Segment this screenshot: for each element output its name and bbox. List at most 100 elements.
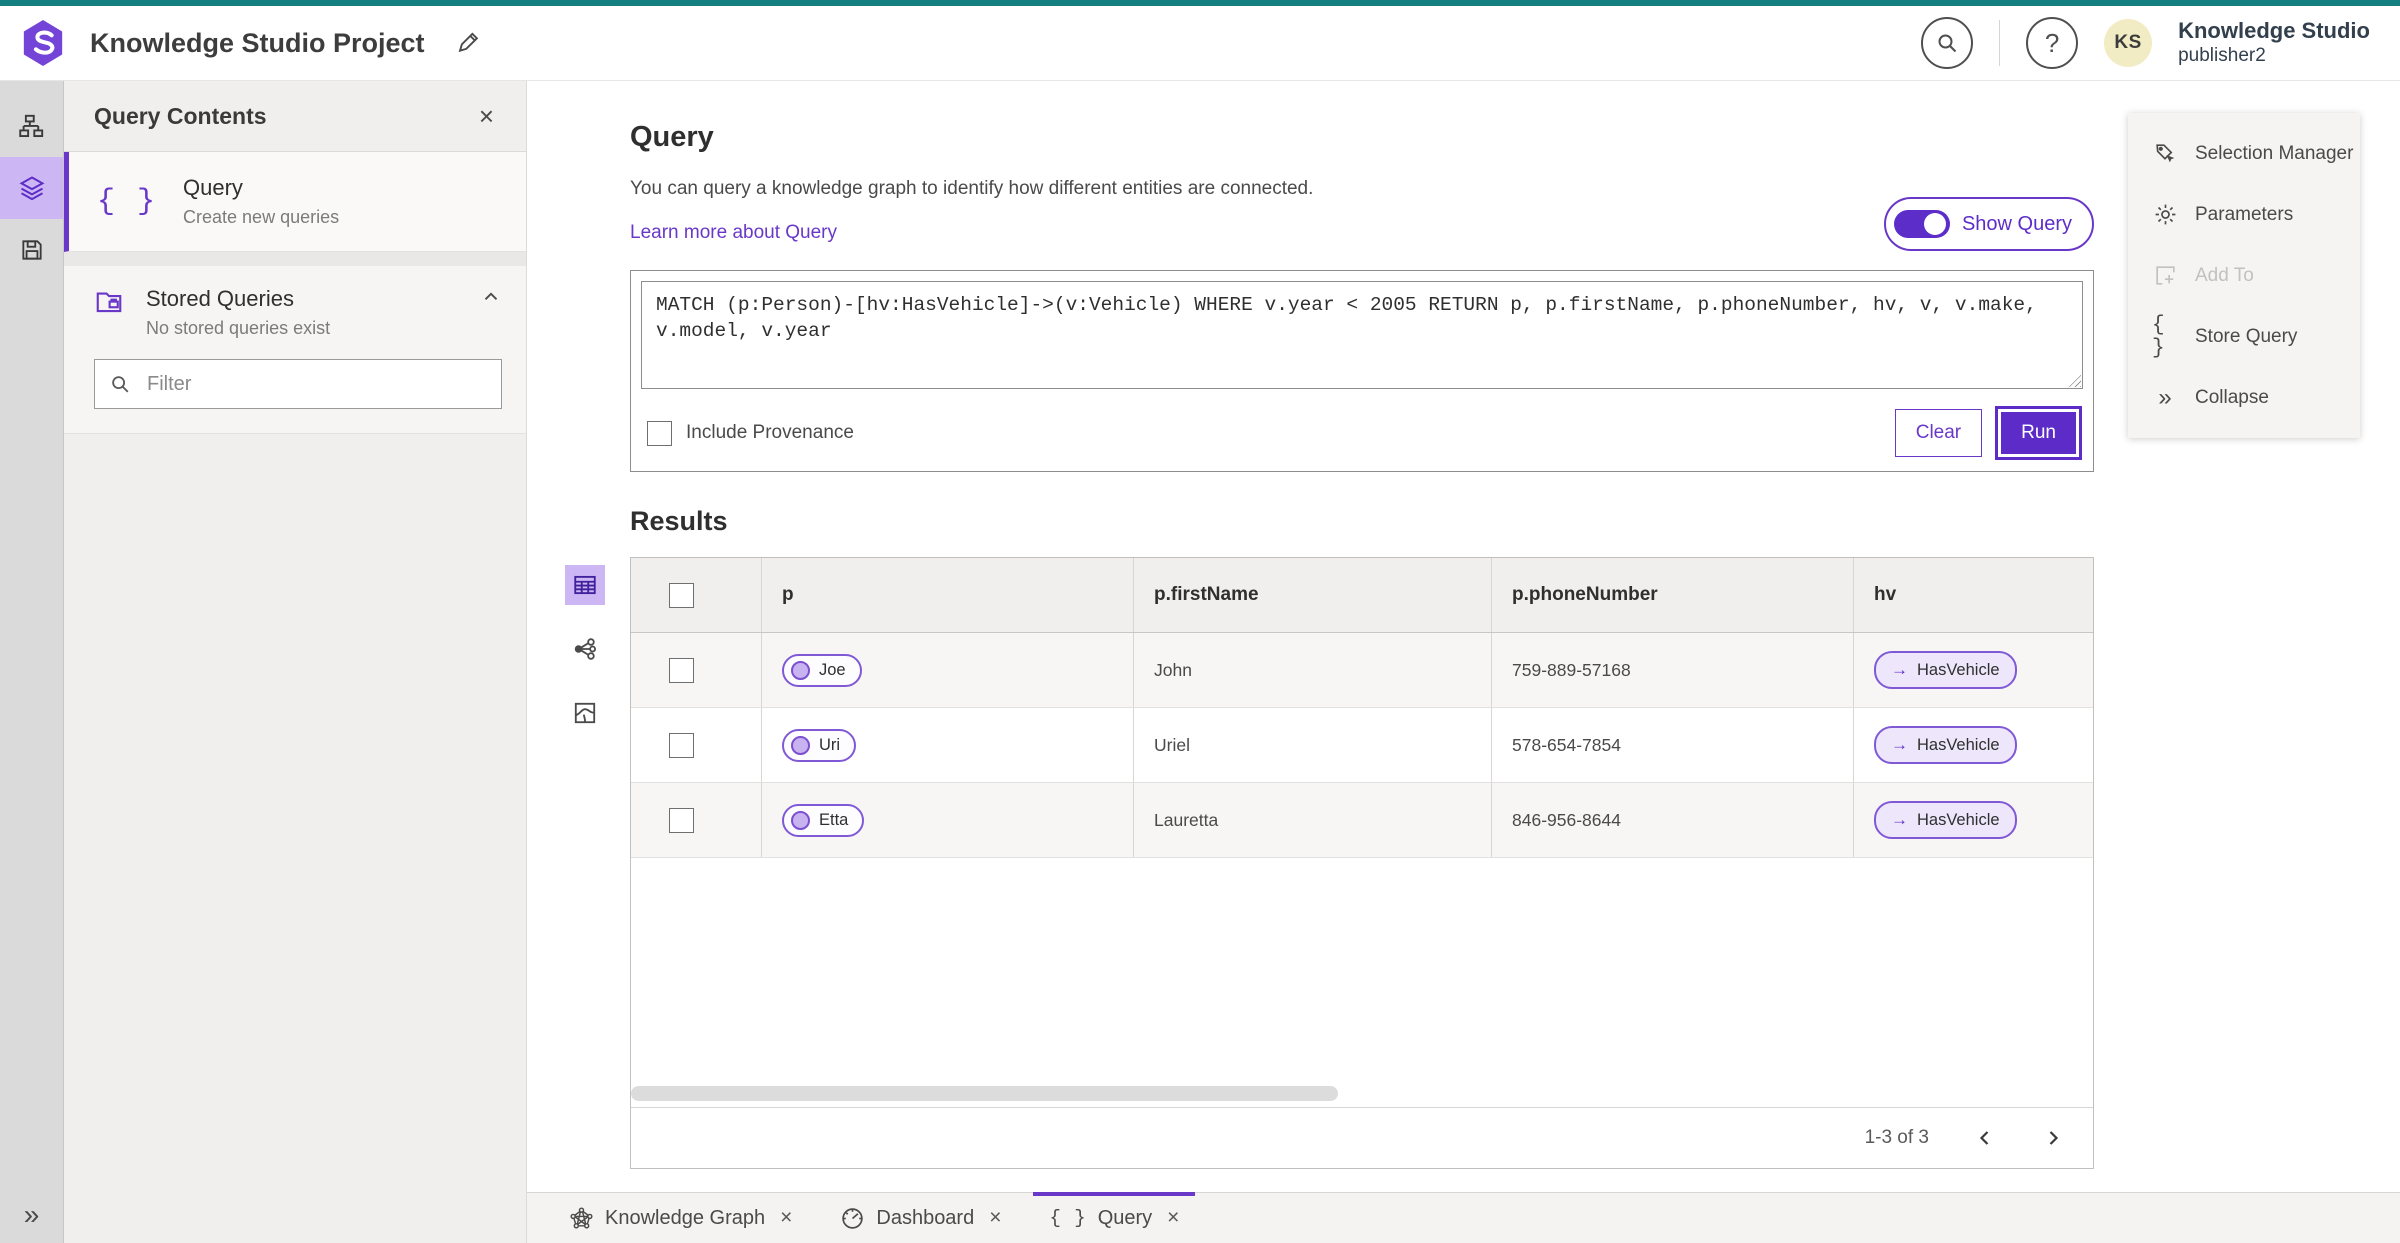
entity-pill[interactable]: Uri (782, 728, 857, 762)
pencil-icon (453, 29, 481, 57)
column-header-p[interactable]: p (761, 558, 1133, 632)
query-editor-box: MATCH (p:Person)-[hv:HasVehicle]->(v:Veh… (630, 270, 2094, 472)
run-button[interactable]: Run (1995, 406, 2082, 460)
include-provenance-checkbox[interactable] (647, 420, 672, 446)
braces-icon: { } (97, 184, 158, 219)
selection-manager-label: Selection Manager (2195, 142, 2354, 164)
arrow-right-icon: → (1891, 810, 1908, 829)
relationship-pill[interactable]: → HasVehicle (1874, 801, 2017, 839)
left-rail: » (0, 81, 64, 1243)
tab-knowledge-graph[interactable]: Knowledge Graph × (545, 1193, 816, 1243)
row-checkbox[interactable] (669, 807, 694, 833)
table-empty-space (631, 858, 2093, 1107)
table-pagination: 1-3 of 3 (631, 1107, 2093, 1168)
entity-pill[interactable]: Etta (782, 803, 865, 837)
expand-rail-button[interactable]: » (0, 1199, 63, 1231)
show-query-toggle-wrap: Show Query (1883, 197, 2094, 251)
close-panel-button[interactable]: × (473, 102, 500, 130)
clear-button[interactable]: Clear (1894, 409, 1983, 457)
query-item-title: Query (183, 175, 243, 200)
bottom-tab-bar: Knowledge Graph × Dashboard × { } Query … (527, 1192, 2400, 1243)
cell-firstname: John (1133, 633, 1491, 707)
top-bar: Knowledge Studio Project ? KS Knowledge … (0, 6, 2400, 81)
add-to-button: Add To (2128, 245, 2360, 306)
main-content: Query You can query a knowledge graph to… (527, 81, 2400, 1192)
close-icon[interactable]: × (780, 1206, 792, 1230)
edit-title-button[interactable] (453, 29, 481, 57)
row-checkbox[interactable] (669, 657, 694, 683)
filter-input[interactable] (145, 371, 487, 397)
show-query-toggle[interactable]: Show Query (1883, 197, 2094, 251)
relationship-pill[interactable]: → HasVehicle (1874, 651, 2017, 689)
table-row[interactable]: Joe John 759-889-57168 → HasVehicle (631, 633, 2093, 708)
next-page-button[interactable] (2041, 1126, 2065, 1150)
entity-pill[interactable]: Joe (782, 653, 862, 687)
search-button[interactable] (1921, 17, 1974, 69)
data-model-icon (18, 113, 45, 140)
query-item-subtitle: Create new queries (183, 207, 340, 227)
learn-more-link[interactable]: Learn more about Query (630, 222, 837, 244)
cell-firstname: Uriel (1133, 708, 1491, 782)
header-actions: ? KS Knowledge Studio publisher2 (1921, 17, 2370, 69)
query-text-input[interactable]: MATCH (p:Person)-[hv:HasVehicle]->(v:Veh… (641, 281, 2083, 389)
rail-item-save[interactable] (0, 219, 63, 281)
parameters-button[interactable]: Parameters (2128, 184, 2360, 245)
stored-queries-header[interactable]: Stored Queries No stored queries exist (94, 286, 502, 339)
braces-icon: { } (2152, 313, 2166, 360)
collapse-panel-button[interactable]: » Collapse (2128, 367, 2360, 428)
panel-title: Query Contents (94, 102, 267, 129)
avatar[interactable]: KS (2104, 19, 2153, 67)
selection-manager-icon (2152, 141, 2178, 166)
horizontal-scrollbar[interactable] (631, 1086, 1338, 1101)
map-icon (572, 700, 598, 726)
table-row[interactable]: Uri Uriel 578-654-7854 → HasVehicle (631, 708, 2093, 783)
select-all-checkbox[interactable] (669, 582, 694, 608)
previous-page-button[interactable] (1973, 1126, 1997, 1150)
username: publisher2 (2178, 44, 2266, 66)
rail-item-layers[interactable] (0, 157, 63, 219)
cell-phonenumber: 759-889-57168 (1491, 633, 1853, 707)
view-map-button[interactable] (565, 693, 605, 733)
add-to-icon (2152, 263, 2178, 288)
close-icon[interactable]: × (989, 1206, 1001, 1230)
chevron-up-icon[interactable] (480, 286, 502, 308)
entity-node-icon (791, 810, 810, 830)
relationship-label: HasVehicle (1917, 660, 2000, 679)
entity-label: Etta (819, 810, 849, 829)
row-checkbox[interactable] (669, 732, 694, 758)
cell-phonenumber: 846-956-8644 (1491, 783, 1853, 857)
query-actions-row: Include Provenance Clear Run (631, 399, 2093, 471)
tab-label: Query (1097, 1206, 1153, 1229)
view-link-chart-button[interactable] (565, 629, 605, 669)
sidebar-item-query[interactable]: { } Query Create new queries (64, 152, 526, 252)
column-header-phonenumber[interactable]: p.phoneNumber (1491, 558, 1853, 632)
panel-empty-area (64, 434, 526, 1243)
tab-label: Dashboard (876, 1206, 975, 1229)
view-table-button[interactable] (565, 565, 605, 605)
chevron-left-icon (1973, 1126, 1997, 1150)
table-header-row: p p.firstName p.phoneNumber hv (631, 558, 2093, 633)
panel-section-gap (64, 252, 526, 266)
close-icon[interactable]: × (1167, 1206, 1179, 1230)
table-row[interactable]: Etta Lauretta 846-956-8644 → HasVehicle (631, 783, 2093, 858)
app-logo-icon (20, 18, 66, 68)
query-contents-panel: Query Contents × { } Query Create new qu… (64, 81, 527, 1243)
cell-phonenumber: 578-654-7854 (1491, 708, 1853, 782)
include-provenance-label: Include Provenance (686, 422, 854, 443)
entity-label: Uri (819, 735, 841, 754)
link-chart-icon (572, 636, 598, 662)
filter-field[interactable] (94, 359, 502, 409)
braces-icon: { } (1049, 1207, 1087, 1229)
column-header-hv[interactable]: hv (1853, 558, 2093, 632)
selection-manager-button[interactable]: Selection Manager (2128, 123, 2360, 184)
main-area: Query You can query a knowledge graph to… (527, 81, 2400, 1243)
store-query-label: Store Query (2195, 325, 2298, 347)
relationship-pill[interactable]: → HasVehicle (1874, 726, 2017, 764)
help-button[interactable]: ? (2026, 17, 2079, 69)
rail-item-data-model[interactable] (0, 95, 63, 157)
store-query-button[interactable]: { } Store Query (2128, 306, 2360, 367)
project-title: Knowledge Studio Project (90, 27, 425, 58)
tab-dashboard[interactable]: Dashboard × (816, 1193, 1025, 1243)
column-header-firstname[interactable]: p.firstName (1133, 558, 1491, 632)
tab-query[interactable]: { } Query × (1025, 1192, 1203, 1243)
